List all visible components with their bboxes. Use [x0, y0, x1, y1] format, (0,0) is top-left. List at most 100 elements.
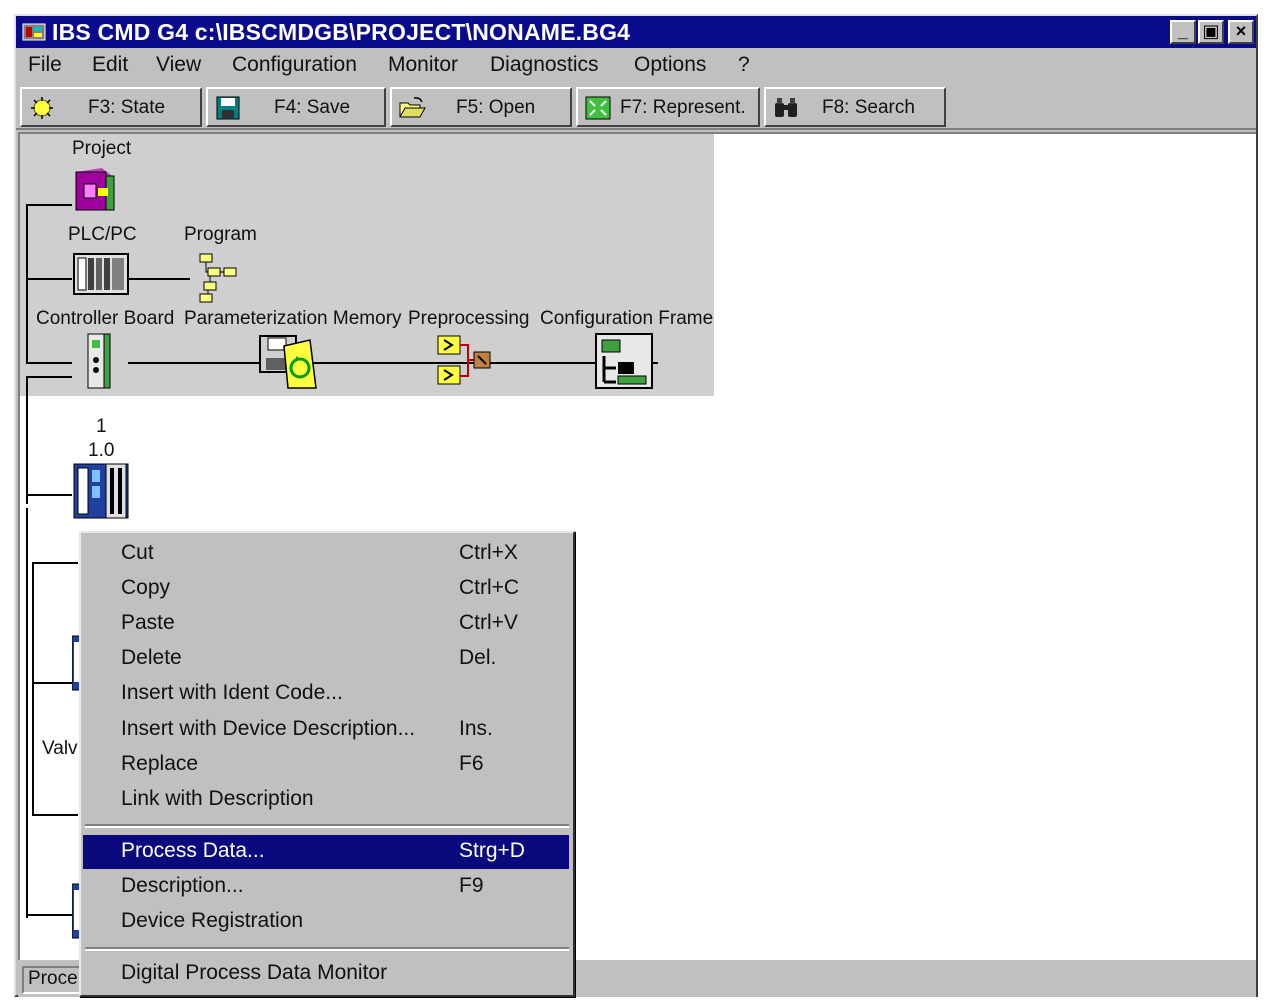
preprocessing-label: Preprocessing [408, 308, 530, 329]
close-icon: × [1235, 21, 1247, 41]
preprocessing-icon[interactable] [436, 334, 492, 388]
plc-label: PLC/PC [68, 224, 137, 245]
binoculars-icon [775, 98, 797, 117]
menu-item-shortcut: Ctrl+X [459, 541, 518, 564]
device-number: 1 [96, 416, 107, 437]
status-text: Proce [22, 966, 82, 994]
valve-label: Valv [42, 738, 78, 759]
menu-item-shortcut: Del. [459, 646, 497, 669]
menu-item-insert-ident-code[interactable]: Insert with Ident Code... [83, 677, 569, 711]
menu-separator [85, 947, 569, 951]
tree-line [26, 204, 28, 364]
tree-line [26, 362, 72, 364]
save-button[interactable]: F4: Save [206, 87, 386, 127]
tree-line [26, 376, 72, 378]
config-frame-icon[interactable] [594, 332, 654, 390]
menu-item-shortcut: Strg+D [459, 839, 525, 862]
menu-item-label: Link with Description [121, 787, 314, 810]
menu-bar: File Edit View Configuration Monitor Dia… [16, 49, 1256, 83]
menu-item-shortcut: Ctrl+C [459, 576, 520, 599]
menu-help[interactable]: ? [738, 53, 750, 77]
param-memory-label: Parameterization Memory [184, 308, 402, 329]
represent-button[interactable]: F7: Represent. [576, 87, 760, 127]
menu-view[interactable]: View [156, 53, 201, 77]
state-icon [31, 97, 53, 119]
tree-line [128, 362, 658, 364]
menu-item-label: Delete [121, 646, 182, 669]
tree-line [32, 562, 78, 564]
tree-line [26, 508, 28, 918]
menu-item-replace[interactable]: Replace F6 [83, 748, 569, 782]
state-label: F3: State [88, 97, 166, 118]
tree-line [26, 204, 72, 206]
menu-edit[interactable]: Edit [92, 53, 128, 77]
menu-item-digital-monitor[interactable]: Digital Process Data Monitor [83, 957, 569, 991]
menu-item-description[interactable]: Description... F9 [83, 870, 569, 904]
bus-terminal-icon[interactable] [72, 462, 130, 520]
menu-item-label: Insert with Device Description... [121, 717, 416, 740]
tree-line [26, 494, 72, 496]
menu-item-device-registration[interactable]: Device Registration [83, 905, 569, 939]
menu-item-label: Cut [121, 541, 154, 564]
menu-item-delete[interactable]: Delete Del. [83, 642, 569, 676]
menu-item-label: Digital Process Data Monitor [121, 961, 388, 984]
represent-label: F7: Represent. [620, 97, 746, 118]
represent-icon [585, 96, 611, 120]
open-label: F5: Open [456, 97, 536, 118]
toolbar: F3: State F4: Save F5: Open F7: Represen… [16, 84, 1256, 130]
project-label: Project [72, 138, 132, 159]
menu-item-label: Device Registration [121, 909, 304, 932]
menu-item-shortcut: Ins. [459, 717, 493, 740]
menu-item-label: Copy [121, 576, 171, 599]
menu-separator [85, 824, 569, 828]
menu-item-copy[interactable]: Copy Ctrl+C [83, 572, 569, 606]
title-bar[interactable]: IBS CMD G4 c:\IBSCMDGB\PROJECT\NONAME.BG… [16, 16, 1256, 48]
menu-configuration[interactable]: Configuration [232, 53, 357, 77]
window-title: IBS CMD G4 c:\IBSCMDGB\PROJECT\NONAME.BG… [52, 19, 631, 45]
menu-item-link-description[interactable]: Link with Description [83, 783, 569, 817]
menu-options[interactable]: Options [634, 53, 706, 77]
program-label: Program [184, 224, 257, 245]
menu-item-insert-device-description[interactable]: Insert with Device Description... Ins. [83, 713, 569, 747]
tree-line [128, 278, 190, 280]
param-memory-icon[interactable] [258, 332, 318, 390]
restore-icon: ▣ [1202, 21, 1220, 41]
search-button[interactable]: F8: Search [764, 87, 946, 127]
tree-line [32, 562, 34, 816]
minimize-button[interactable]: _ [1170, 20, 1196, 44]
menu-item-label: Description... [121, 874, 244, 897]
device-address: 1.0 [88, 440, 115, 461]
menu-item-paste[interactable]: Paste Ctrl+V [83, 607, 569, 641]
state-button[interactable]: F3: State [20, 87, 202, 127]
menu-item-shortcut: Ctrl+V [459, 611, 518, 634]
context-menu: Cut Ctrl+X Copy Ctrl+C Paste Ctrl+V Dele… [79, 531, 575, 997]
menu-item-label: Paste [121, 611, 175, 634]
menu-item-cut[interactable]: Cut Ctrl+X [83, 537, 569, 571]
app-icon[interactable] [22, 21, 46, 43]
close-button[interactable]: × [1228, 20, 1254, 44]
plc-icon[interactable] [72, 252, 130, 296]
tree-line [26, 278, 72, 280]
menu-file[interactable]: File [28, 53, 62, 77]
tree-line [32, 814, 78, 816]
menu-diagnostics[interactable]: Diagnostics [490, 53, 599, 77]
minimize-icon: _ [1177, 21, 1188, 41]
save-label: F4: Save [274, 97, 351, 118]
search-label: F8: Search [822, 97, 915, 118]
menu-item-process-data[interactable]: Process Data... Strg+D [83, 835, 569, 869]
open-folder-icon [399, 97, 426, 118]
restore-button[interactable]: ▣ [1198, 20, 1224, 44]
controller-board-label: Controller Board [36, 308, 175, 329]
controller-board-icon[interactable] [84, 332, 112, 390]
menu-item-label: Replace [121, 752, 199, 775]
tree-line [26, 914, 78, 916]
project-icon[interactable] [72, 166, 120, 216]
menu-item-shortcut: F9 [459, 874, 484, 897]
menu-item-label: Process Data... [121, 839, 265, 862]
menu-item-shortcut: F6 [459, 752, 484, 775]
tree-line [26, 376, 28, 504]
program-icon[interactable] [194, 252, 242, 304]
open-button[interactable]: F5: Open [390, 87, 572, 127]
config-frame-label: Configuration Frame [540, 308, 714, 329]
menu-monitor[interactable]: Monitor [388, 53, 458, 77]
